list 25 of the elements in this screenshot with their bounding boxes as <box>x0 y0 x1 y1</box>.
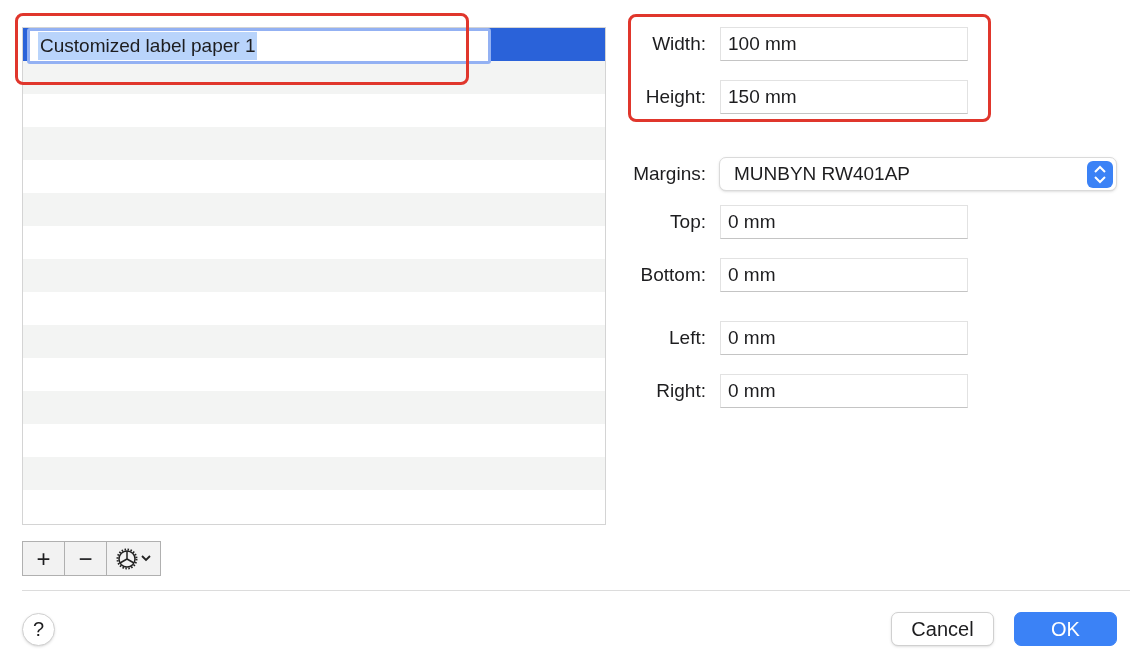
action-menu-button[interactable] <box>106 541 161 576</box>
field-label: Height: <box>644 84 706 109</box>
gear-icon <box>116 547 138 570</box>
margins-dropdown[interactable]: MUNBYN RW401AP <box>719 157 1117 191</box>
field-label: Margins: <box>632 161 706 186</box>
ok-button[interactable]: OK <box>1014 612 1117 646</box>
chevron-down-icon <box>141 555 151 562</box>
field-label: Width: <box>651 31 706 56</box>
input-field[interactable]: 0 mm <box>720 205 968 239</box>
input-field[interactable]: 150 mm <box>720 80 968 114</box>
input-field[interactable]: 100 mm <box>720 27 968 61</box>
stepper-arrows-icon <box>1087 160 1113 188</box>
help-button[interactable]: ? <box>22 612 55 646</box>
cancel-button[interactable]: Cancel <box>891 612 994 646</box>
field-label: Top: <box>669 209 706 234</box>
add-button[interactable]: + <box>22 541 65 576</box>
name-input-field[interactable]: Customized label paper 1 <box>27 28 491 64</box>
field-label: Bottom: <box>639 262 706 287</box>
field-label: Right: <box>655 378 706 403</box>
remove-button[interactable]: − <box>64 541 107 576</box>
input-field[interactable]: 0 mm <box>720 374 968 408</box>
input-field[interactable]: 0 mm <box>720 321 968 355</box>
input-field[interactable]: 0 mm <box>720 258 968 292</box>
list-row[interactable]: Customized label paper 1 <box>23 28 605 61</box>
field-label: Left: <box>668 325 706 350</box>
